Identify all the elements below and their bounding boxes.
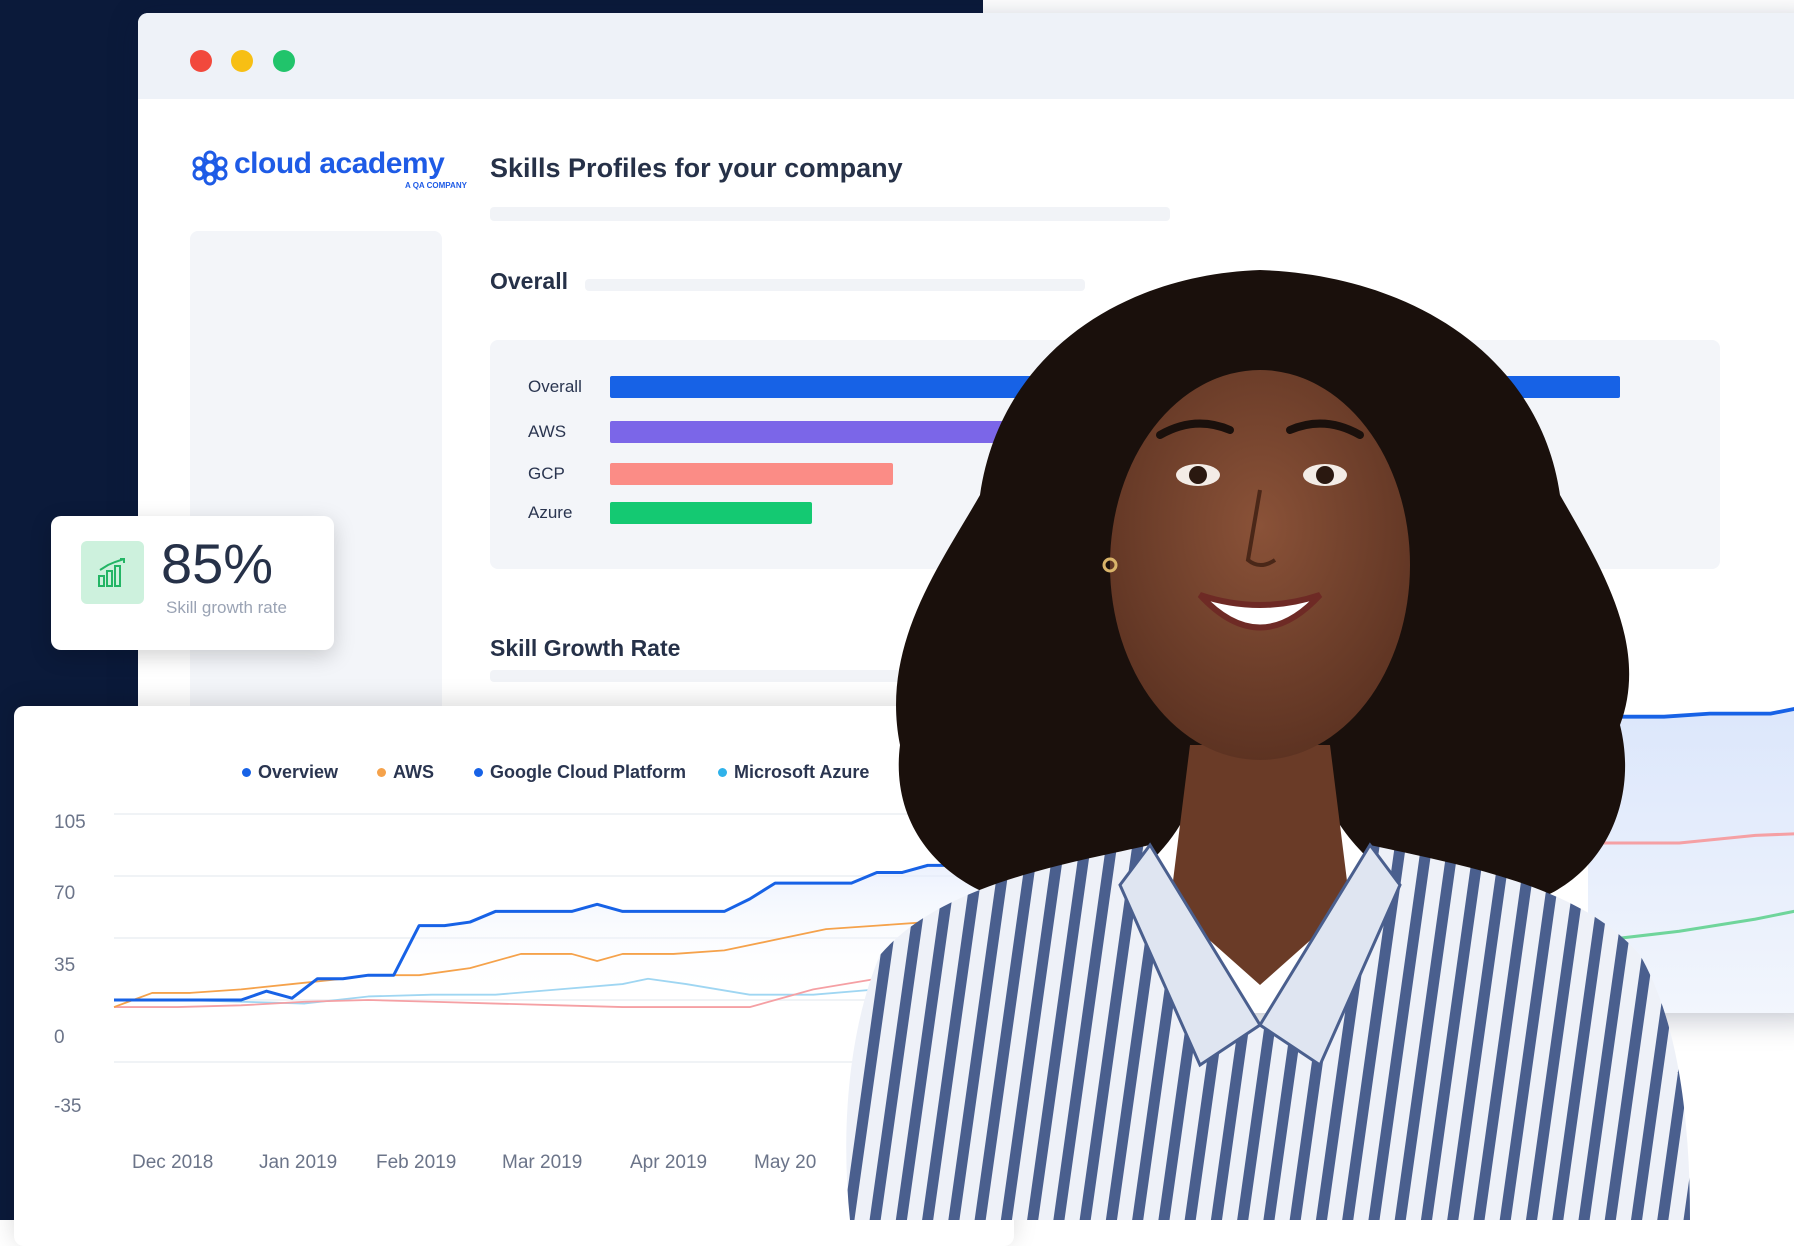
skill-bar-label: Overall (528, 377, 582, 396)
logo-text: cloud academy (234, 147, 445, 180)
close-window-button[interactable] (190, 50, 212, 72)
window-titlebar (138, 13, 1794, 99)
left-pupil (1189, 466, 1207, 484)
skill-bar-label: AWS (528, 422, 567, 441)
cloud-academy-logo-icon (192, 150, 228, 186)
maximize-window-button[interactable] (273, 50, 295, 72)
skill-bar-label: Azure (528, 503, 573, 522)
page-title: Skills Profiles for your company (490, 153, 903, 183)
skill-bar-fill[interactable] (610, 502, 812, 524)
minimize-window-button[interactable] (231, 50, 253, 72)
stat-label: Skill growth rate (166, 598, 287, 617)
skill-bar-label: GCP (528, 464, 565, 483)
smiling-woman-photo (846, 270, 1690, 1220)
stat-value: 85% (161, 532, 274, 595)
stat-card-skill-growth: 85% Skill growth rate (51, 516, 334, 650)
bar-chart-up-icon (81, 541, 144, 604)
logo-subtitle: A QA COMPANY (405, 181, 467, 190)
loading-placeholder-bar (490, 207, 1170, 221)
cloud-academy-logo[interactable]: cloud academy A QA COMPANY (190, 147, 467, 190)
section-title-overall: Overall (490, 268, 568, 294)
section-title-skill-growth: Skill Growth Rate (490, 635, 681, 661)
right-pupil (1316, 466, 1334, 484)
